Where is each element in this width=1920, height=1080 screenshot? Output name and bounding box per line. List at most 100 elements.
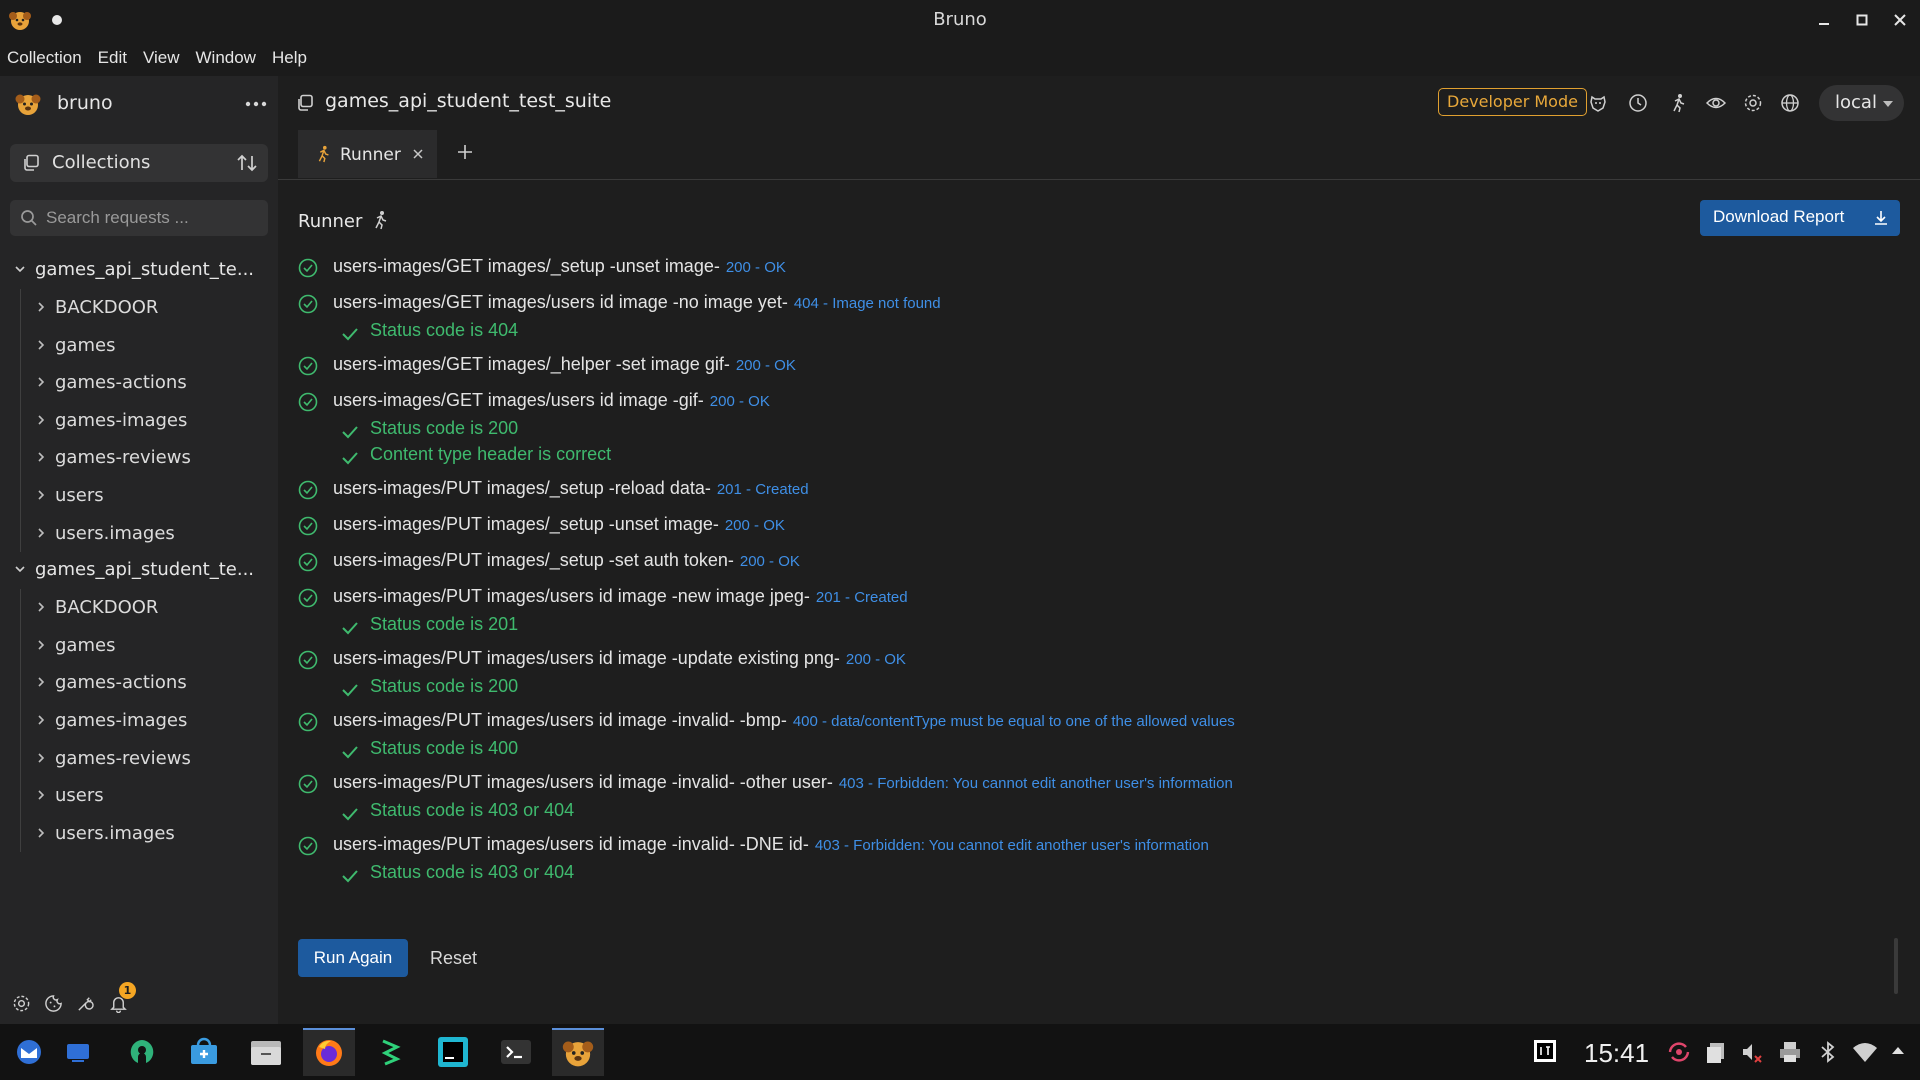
clock[interactable]: 15:41 [1584,1038,1649,1069]
runner-icon[interactable] [1668,93,1688,113]
request-row[interactable]: users-images/GET images/_setup -unset im… [298,253,1898,283]
request-name[interactable]: users-images/GET images/users id image -… [333,390,770,411]
eye-icon[interactable] [1706,93,1726,113]
response-status[interactable]: 200 - OK [740,553,800,570]
request-row[interactable]: users-images/GET images/users id image -… [298,387,1898,417]
add-tab-icon[interactable] [456,143,474,161]
taskbar-konsole[interactable] [490,1028,542,1076]
tray-expand-icon[interactable] [1890,1044,1906,1056]
request-row[interactable]: users-images/PUT images/users id image -… [298,707,1898,737]
folder-item[interactable]: users [0,777,278,815]
menu-view[interactable]: View [143,48,180,68]
response-status[interactable]: 201 - Created [816,589,908,606]
volume-muted-icon[interactable] [1740,1040,1764,1064]
taskbar-bruno[interactable] [552,1028,604,1076]
taskbar-github-desktop[interactable] [116,1028,168,1076]
folder-item[interactable]: games-images [0,402,278,440]
request-name[interactable]: users-images/PUT images/users id image -… [333,710,1235,731]
collections-button[interactable]: Collections [10,144,268,182]
collection-item[interactable]: games_api_student_te... [0,552,278,589]
menu-collection[interactable]: Collection [7,48,82,68]
request-name[interactable]: users-images/GET images/_helper -set ima… [333,354,796,375]
request-name[interactable]: users-images/GET images/users id image -… [333,292,941,313]
wifi-icon[interactable] [1852,1040,1878,1064]
request-row[interactable]: users-images/PUT images/_setup -set auth… [298,547,1898,577]
response-status[interactable]: 200 - OK [726,259,786,276]
request-row[interactable]: users-images/PUT images/users id image -… [298,645,1898,675]
folder-item[interactable]: games-actions [0,664,278,702]
menu-window[interactable]: Window [196,48,256,68]
request-name[interactable]: users-images/PUT images/_setup -unset im… [333,514,785,535]
run-again-button[interactable]: Run Again [298,939,408,977]
jetbrains-toolbox-icon[interactable] [1532,1038,1558,1064]
printer-icon[interactable] [1778,1040,1802,1064]
wrench-icon[interactable] [76,994,95,1013]
request-name[interactable]: users-images/PUT images/_setup -reload d… [333,478,809,499]
sync-icon[interactable] [1666,1040,1692,1064]
tab-runner[interactable]: Runner [298,130,437,178]
taskbar-firefox[interactable] [303,1028,355,1076]
folder-item[interactable]: games-reviews [0,439,278,477]
developer-mode-badge[interactable]: Developer Mode [1438,88,1587,116]
request-row[interactable]: users-images/GET images/users id image -… [298,289,1898,319]
menu-help[interactable]: Help [272,48,307,68]
taskbar-thunderbird[interactable] [3,1028,55,1076]
request-name[interactable]: users-images/PUT images/users id image -… [333,772,1233,793]
response-status[interactable]: 201 - Created [717,481,809,498]
folder-item[interactable]: BACKDOOR [0,589,278,627]
folder-item[interactable]: BACKDOOR [0,289,278,327]
download-report-button[interactable]: Download Report [1700,200,1900,236]
folder-item[interactable]: games-actions [0,364,278,402]
settings-icon[interactable] [1743,93,1763,113]
more-options-icon[interactable] [244,92,268,116]
request-row[interactable]: users-images/PUT images/_setup -unset im… [298,511,1898,541]
response-status[interactable]: 403 - Forbidden: You cannot edit another… [815,837,1209,854]
request-row[interactable]: users-images/GET images/_helper -set ima… [298,351,1898,381]
settings-icon[interactable] [12,994,31,1013]
request-row[interactable]: users-images/PUT images/users id image -… [298,769,1898,799]
request-name[interactable]: users-images/PUT images/_setup -set auth… [333,550,800,571]
request-row[interactable]: users-images/PUT images/_setup -reload d… [298,475,1898,505]
sort-icon[interactable] [236,152,258,174]
response-status[interactable]: 400 - data/contentType must be equal to … [793,713,1235,730]
reset-button[interactable]: Reset [430,939,477,977]
environment-selector[interactable]: local [1819,85,1904,121]
close-tab-icon[interactable] [412,148,424,160]
request-name[interactable]: users-images/GET images/_setup -unset im… [333,256,786,277]
request-row[interactable]: users-images/PUT images/users id image -… [298,583,1898,613]
taskbar-desktop[interactable] [52,1028,104,1076]
maximize-button[interactable] [1850,8,1874,32]
bluetooth-icon[interactable] [1818,1040,1838,1064]
collection-title[interactable]: games_api_student_test_suite [325,90,611,112]
menu-edit[interactable]: Edit [98,48,127,68]
response-status[interactable]: 200 - OK [725,517,785,534]
clipboard-icon[interactable] [1704,1040,1728,1064]
response-status[interactable]: 200 - OK [710,393,770,410]
taskbar-files[interactable] [240,1028,292,1076]
folder-item[interactable]: games [0,627,278,665]
close-window-button[interactable] [1888,8,1912,32]
history-icon[interactable] [1628,93,1648,113]
minimize-button[interactable] [1812,8,1836,32]
collection-item[interactable]: games_api_student_te... [0,252,278,289]
request-row[interactable]: users-images/PUT images/users id image -… [298,831,1898,861]
scrollbar[interactable] [1894,938,1898,994]
request-name[interactable]: users-images/PUT images/users id image -… [333,586,908,607]
response-status[interactable]: 200 - OK [736,357,796,374]
folder-item[interactable]: users.images [0,815,278,853]
globe-icon[interactable] [1780,93,1800,113]
folder-item[interactable]: games-images [0,702,278,740]
taskbar-terminal-app[interactable] [365,1028,417,1076]
search-input[interactable] [46,200,261,236]
taskbar-webstorm[interactable] [427,1028,479,1076]
dog-icon[interactable] [1588,93,1608,113]
taskbar-store[interactable] [178,1028,230,1076]
request-name[interactable]: users-images/PUT images/users id image -… [333,648,906,669]
response-status[interactable]: 404 - Image not found [794,295,941,312]
folder-item[interactable]: games-reviews [0,740,278,778]
response-status[interactable]: 200 - OK [846,651,906,668]
response-status[interactable]: 403 - Forbidden: You cannot edit another… [839,775,1233,792]
folder-item[interactable]: users.images [0,515,278,553]
cookie-icon[interactable] [44,994,63,1013]
request-name[interactable]: users-images/PUT images/users id image -… [333,834,1209,855]
